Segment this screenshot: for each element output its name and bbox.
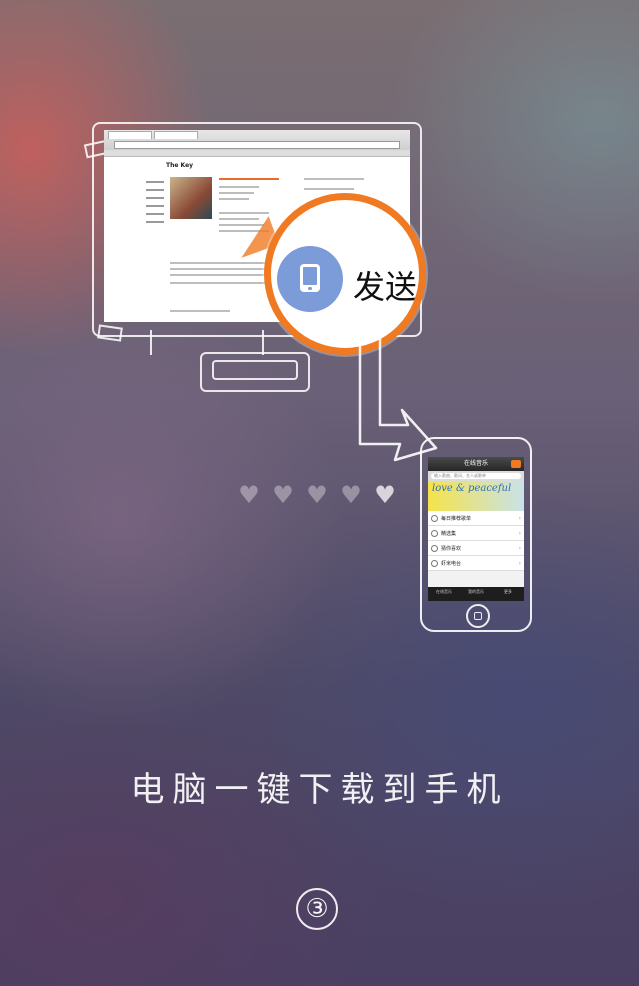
chevron-right-icon: › <box>518 529 521 537</box>
search-input[interactable]: 输入歌曲、歌词、艺人或歌单 <box>431 473 521 479</box>
heart-icon[interactable]: ♥ <box>271 483 295 507</box>
heart-icon[interactable]: ♥ <box>339 483 363 507</box>
tab-online-music[interactable]: 在线音乐 <box>428 587 460 601</box>
phone-screen: 在线音乐 输入歌曲、歌词、艺人或歌单 love & peaceful 每日推荐歌… <box>428 457 524 601</box>
tab-my-music[interactable]: 我的音乐 <box>460 587 492 601</box>
list-item-label: 虾米电台 <box>441 560 462 567</box>
heart-icon-active[interactable]: ♥ <box>373 483 397 507</box>
disc-icon <box>431 544 438 552</box>
page-indicator: ♥ ♥ ♥ ♥ ♥ <box>237 483 397 507</box>
send-to-label: 发送到 <box>353 268 419 306</box>
phone-tab-bar: 在线音乐 我的音乐 更多 <box>428 587 524 601</box>
phone-header: 在线音乐 <box>428 457 524 471</box>
phone-header-title: 在线音乐 <box>463 460 488 467</box>
disc-icon <box>431 514 438 522</box>
chevron-right-icon: › <box>518 559 521 567</box>
tablet-icon <box>277 246 343 312</box>
feature-caption: 电脑一键下载到手机 <box>130 770 509 810</box>
tape-decoration <box>97 324 123 342</box>
list-item[interactable]: 精选集 › <box>428 526 524 541</box>
list-item-label: 精选集 <box>441 530 457 537</box>
tab-more[interactable]: 更多 <box>492 587 524 601</box>
list-item-label: 每日推荐歌单 <box>441 515 472 522</box>
side-menu <box>146 175 164 229</box>
list-item[interactable]: 每日推荐歌单 › <box>428 511 524 526</box>
list-item[interactable]: 猜你喜欢 › <box>428 541 524 556</box>
list-item-label: 猜你喜欢 <box>441 545 462 552</box>
address-bar <box>114 141 400 149</box>
chevron-right-icon: › <box>518 544 521 552</box>
browser-tab <box>154 131 198 139</box>
banner[interactable]: love & peaceful <box>428 481 524 511</box>
chevron-right-icon: › <box>518 514 521 522</box>
monitor-base-inner <box>212 360 298 380</box>
browser-chrome <box>104 130 410 150</box>
heart-icon[interactable]: ♥ <box>305 483 329 507</box>
home-button-icon <box>466 604 490 628</box>
album-cover <box>170 177 212 219</box>
menu-button[interactable] <box>511 460 521 468</box>
phone-search-bar: 输入歌曲、歌词、艺人或歌单 <box>428 471 524 481</box>
list-item[interactable]: 虾米电台 › <box>428 556 524 571</box>
page-title: The Key <box>166 162 194 169</box>
disc-icon <box>431 529 438 537</box>
step-number: ③ <box>296 888 338 930</box>
bookmarks-bar <box>104 150 410 157</box>
heart-icon[interactable]: ♥ <box>237 483 261 507</box>
browser-tab <box>108 131 152 139</box>
banner-text: love & peaceful <box>432 483 512 494</box>
disc-icon <box>431 559 438 567</box>
